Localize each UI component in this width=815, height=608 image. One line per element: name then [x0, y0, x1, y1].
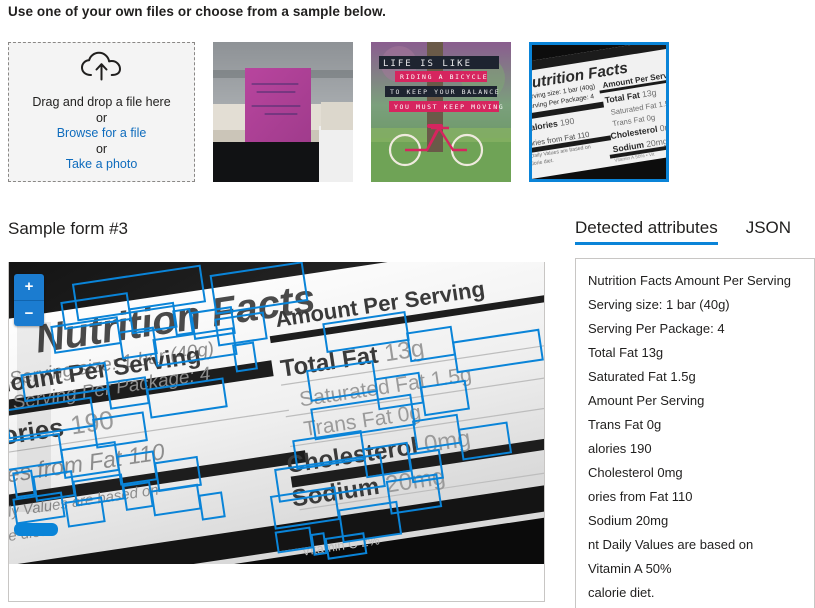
dropzone-or-2: or [95, 141, 108, 156]
list-item: ories from Fat 110 [588, 489, 693, 504]
sample-thumbnail-bicycle-poster[interactable]: LIFE IS LIKE RIDING A BICYCLE TO KEEP YO… [371, 42, 511, 182]
list-item: Vitamin A 50% [588, 561, 672, 576]
dropzone-or-1: or [95, 110, 108, 125]
viewer-horizontal-scrollbar-thumb[interactable] [14, 523, 58, 536]
sample-thumbnail-nutrition-facts[interactable]: Nutrition Facts Serving size: 1 bar (40g… [529, 42, 669, 182]
list-item: Cholesterol 0mg [588, 465, 683, 480]
viewer-blank-area [9, 564, 544, 601]
list-item: Saturated Fat 1.5g [588, 369, 696, 384]
list-item: Sodium 20mg [588, 513, 669, 528]
dropzone-primary-text: Drag and drop a file here [32, 94, 171, 109]
results-panel: Detected attributes JSON Nutrition Facts… [565, 212, 815, 608]
list-item: alories 190 [588, 441, 652, 456]
sample-thumbnail-sticky-note[interactable] [213, 42, 353, 182]
svg-text:YOU MUST KEEP MOVING: YOU MUST KEEP MOVING [394, 103, 504, 111]
detected-attributes-box[interactable]: Nutrition Facts Amount Per Serving Servi… [575, 258, 815, 608]
tab-detected-attributes[interactable]: Detected attributes [575, 218, 718, 245]
list-item: Total Fat 13g [588, 345, 664, 360]
list-item: Serving Per Package: 4 [588, 321, 725, 336]
results-tabs: Detected attributes JSON [575, 218, 791, 245]
page-title: Sample form #3 [8, 219, 128, 238]
zoom-in-button[interactable]: + [14, 274, 44, 300]
svg-text:TO KEEP YOUR BALANCE: TO KEEP YOUR BALANCE [390, 88, 500, 96]
zoom-controls[interactable]: + − [14, 274, 44, 326]
list-item: calorie diet. [588, 585, 655, 600]
sample-source-row: Drag and drop a file here or Browse for … [8, 42, 669, 182]
svg-text:LIFE IS LIKE: LIFE IS LIKE [383, 59, 472, 69]
page-intro-text: Use one of your own files or choose from… [8, 4, 386, 19]
browse-for-file-link[interactable]: Browse for a file [57, 126, 147, 142]
list-item: nt Daily Values are based on [588, 537, 754, 552]
upload-and-analyze-page: Use one of your own files or choose from… [0, 0, 815, 608]
detected-attributes-list: Nutrition Facts Amount Per Serving Servi… [576, 259, 814, 605]
list-item: Nutrition Facts Amount Per Serving [588, 273, 792, 288]
list-item: Amount Per Serving [588, 393, 705, 408]
tab-json[interactable]: JSON [746, 218, 791, 245]
file-dropzone[interactable]: Drag and drop a file here or Browse for … [8, 42, 195, 182]
list-item: Serving size: 1 bar (40g) [588, 297, 730, 312]
document-image-viewer[interactable]: Nutrition Facts Serving size: 1 bar (40g… [8, 262, 545, 602]
list-item: Trans Fat 0g [588, 417, 662, 432]
svg-text:RIDING A BICYCLE: RIDING A BICYCLE [400, 73, 488, 81]
take-a-photo-link[interactable]: Take a photo [66, 157, 138, 173]
document-image-canvas: Nutrition Facts Serving size: 1 bar (40g… [9, 262, 544, 564]
cloud-upload-icon [80, 51, 124, 87]
zoom-out-button[interactable]: − [14, 299, 44, 326]
